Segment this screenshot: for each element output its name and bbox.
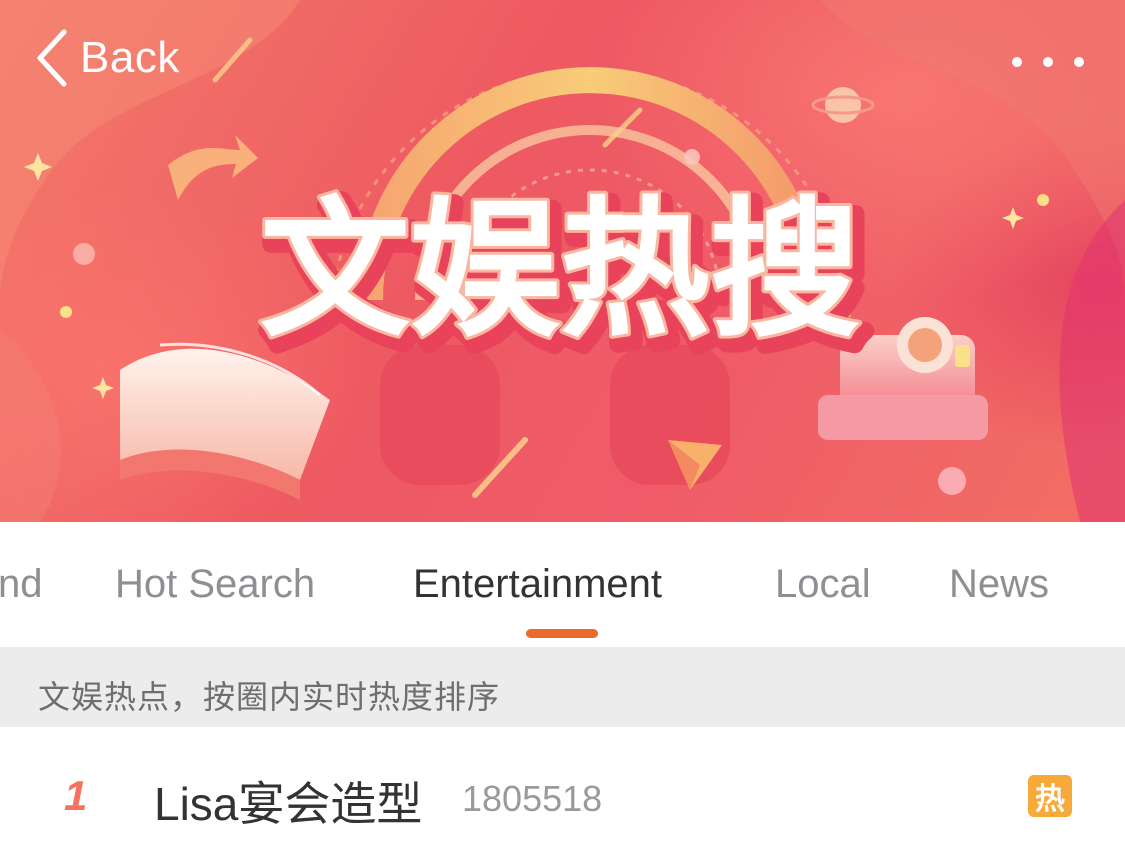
more-dots-icon[interactable] [1012,52,1084,72]
tab-local[interactable]: Local [775,562,871,607]
chevron-left-icon [37,29,67,87]
hot-topic-title[interactable]: Lisa宴会造型 [154,768,422,834]
active-tab-indicator [526,629,598,638]
dot [1043,57,1053,67]
heat-count: 1805518 [462,778,603,819]
tab-hot-search[interactable]: Hot Search [115,562,315,607]
rank-number: 1 [64,772,88,819]
tab-trend[interactable]: nd [0,562,43,607]
banner-title: 文娱热搜 文娱热搜 [257,181,875,360]
dot [1012,57,1022,67]
back-button[interactable]: Back [34,28,180,88]
banner: Back 文娱热搜 文娱热搜 [0,0,1125,522]
hot-badge: 热 [1028,775,1072,817]
back-label: Back [80,33,180,82]
tab-news[interactable]: News [949,562,1049,607]
section-subtitle: 文娱热点，按圈内实时热度排序 [38,679,501,715]
svg-text:文娱热搜: 文娱热搜 [260,184,860,358]
dot [1074,57,1084,67]
tab-entertainment[interactable]: Entertainment [413,562,662,607]
